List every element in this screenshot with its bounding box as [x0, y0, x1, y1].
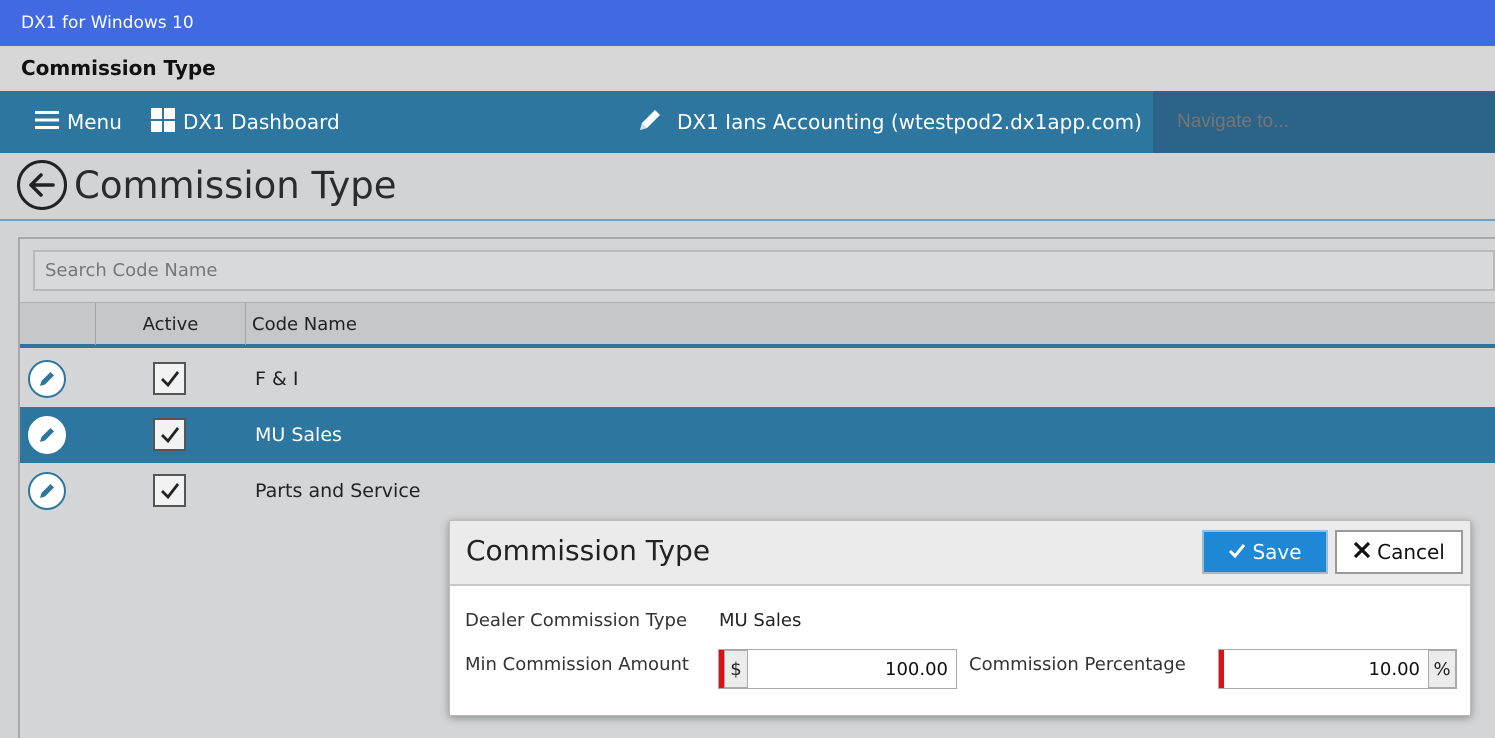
account-selector[interactable]: DX1 Ians Accounting (wtestpod2.dx1app.co…: [637, 91, 1142, 153]
code-name-cell: F & I: [255, 368, 299, 390]
search-input[interactable]: Search Code Name: [33, 250, 1495, 291]
cancel-button[interactable]: Cancel: [1335, 530, 1463, 574]
dealer-type-value: MU Sales: [719, 610, 802, 631]
account-label: DX1 Ians Accounting (wtestpod2.dx1app.co…: [677, 110, 1142, 134]
column-header-active[interactable]: Active: [95, 303, 245, 345]
dialog-header: Commission Type Save Cancel: [450, 521, 1470, 586]
dashboard-grid-icon: [151, 107, 175, 137]
commission-type-dialog: Commission Type Save Cancel Dealer Commi…: [449, 520, 1471, 716]
min-amount-value[interactable]: 100.00: [748, 650, 956, 688]
percentage-value[interactable]: 10.00: [1224, 650, 1428, 688]
page-title: Commission Type: [74, 164, 397, 207]
close-icon: [1353, 540, 1371, 564]
pencil-icon: [637, 107, 663, 138]
column-header-active-label: Active: [142, 313, 199, 335]
table-row[interactable]: Parts and Service: [20, 463, 1495, 519]
window-title: DX1 for Windows 10: [21, 13, 194, 33]
search-placeholder: Search Code Name: [45, 260, 218, 281]
active-checkbox[interactable]: [153, 362, 186, 395]
hamburger-icon: [35, 110, 59, 135]
percentage-field[interactable]: 10.00 %: [1218, 649, 1457, 689]
dealer-type-label: Dealer Commission Type: [465, 610, 688, 631]
active-checkbox[interactable]: [153, 474, 186, 507]
dashboard-button[interactable]: DX1 Dashboard: [151, 91, 340, 153]
app-header: Commission Type: [0, 46, 1495, 91]
percentage-label: Commission Percentage: [969, 654, 1186, 675]
edit-pencil-icon[interactable]: [28, 360, 66, 398]
grid-header: Active Code Name: [20, 302, 1495, 348]
window-titlebar: DX1 for Windows 10: [0, 0, 1495, 46]
save-label: Save: [1252, 540, 1302, 564]
app-header-title: Commission Type: [21, 56, 216, 80]
percent-suffix: %: [1428, 650, 1456, 688]
min-amount-field[interactable]: $ 100.00: [718, 649, 957, 689]
save-button[interactable]: Save: [1202, 530, 1328, 574]
table-row[interactable]: F & I: [20, 351, 1495, 407]
menu-button[interactable]: Menu: [35, 91, 122, 153]
code-name-cell: Parts and Service: [255, 480, 421, 502]
edit-pencil-icon[interactable]: [28, 472, 66, 510]
edit-pencil-icon[interactable]: [28, 416, 66, 454]
currency-prefix: $: [724, 650, 748, 688]
checkmark-icon: [1228, 540, 1246, 564]
code-name-cell: MU Sales: [255, 424, 342, 446]
menu-label: Menu: [67, 110, 122, 134]
column-header-code-name[interactable]: Code Name: [245, 303, 1495, 345]
active-checkbox[interactable]: [153, 418, 186, 451]
column-header-code-name-label: Code Name: [252, 313, 357, 335]
top-navbar: Menu DX1 Dashboard DX1 Ians Accounting (…: [0, 91, 1495, 153]
dialog-title: Commission Type: [466, 534, 711, 567]
table-row-selected[interactable]: MU Sales: [20, 407, 1495, 463]
cancel-label: Cancel: [1377, 540, 1445, 564]
dashboard-label: DX1 Dashboard: [183, 110, 340, 134]
navigate-input[interactable]: [1153, 91, 1495, 153]
back-arrow-icon[interactable]: [17, 160, 67, 210]
min-amount-label: Min Commission Amount: [465, 654, 689, 675]
